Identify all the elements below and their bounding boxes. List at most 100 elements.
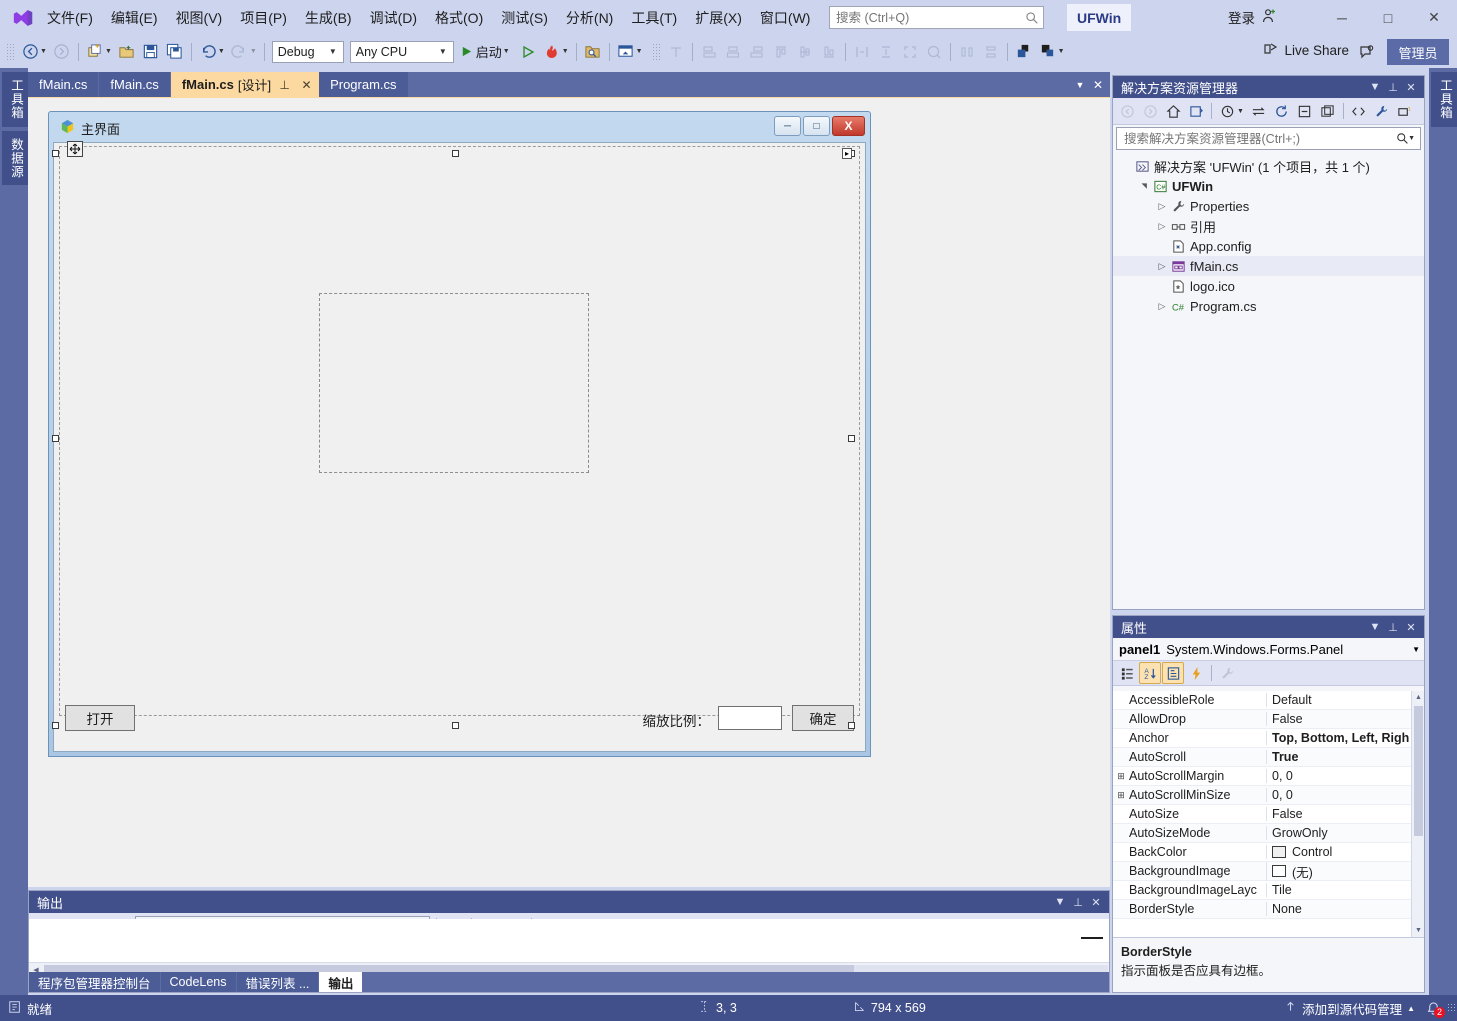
property-row[interactable]: AutoSizeMode GrowOnly (1113, 824, 1411, 843)
new-project-icon[interactable] (83, 40, 107, 64)
scroll-down-icon[interactable]: ▼ (1412, 924, 1424, 937)
close-icon[interactable]: ✕ (298, 76, 315, 93)
save-icon[interactable] (139, 40, 163, 64)
resize-handle-middle-right[interactable] (848, 435, 855, 442)
search-options-dropdown[interactable]: ▼ (1408, 135, 1418, 142)
navigate-back-dropdown[interactable]: ▼ (40, 48, 50, 55)
menu-item-6[interactable]: 格式(O) (426, 4, 492, 32)
categorized-icon[interactable] (1116, 662, 1138, 684)
panel1-control[interactable] (59, 146, 860, 716)
design-form-window[interactable]: 主界面 ─ □ X 打开 缩放比例： 确定 ▸ (48, 111, 871, 757)
property-value[interactable]: 0, 0 (1266, 769, 1411, 783)
tree-item[interactable]: ▷ C# Program.cs (1113, 296, 1424, 316)
save-all-icon[interactable] (163, 40, 187, 64)
menu-item-3[interactable]: 项目(P) (231, 4, 296, 32)
property-row[interactable]: ⊞ AutoScrollMinSize 0, 0 (1113, 786, 1411, 805)
menu-item-4[interactable]: 生成(B) (296, 4, 361, 32)
maximize-button[interactable]: □ (1365, 0, 1411, 35)
collapse-all-icon[interactable] (1294, 100, 1316, 122)
open-file-icon[interactable] (115, 40, 139, 64)
start-dropdown[interactable]: ▼ (503, 48, 513, 55)
tab-list-dropdown-icon[interactable]: ▼ (1072, 75, 1088, 95)
menu-item-10[interactable]: 扩展(X) (686, 4, 751, 32)
send-to-back-icon[interactable] (1036, 40, 1060, 64)
chevron-right-icon[interactable]: ▷ (1155, 301, 1169, 312)
toolbar-grip[interactable] (6, 42, 15, 61)
undo-dropdown[interactable]: ▼ (218, 48, 228, 55)
editor-tab-1[interactable]: fMain.cs (99, 72, 171, 97)
form-maximize-button[interactable]: □ (803, 116, 830, 136)
property-row[interactable]: BackgroundImageLayc Tile (1113, 881, 1411, 900)
close-icon[interactable]: ✕ (1402, 618, 1420, 636)
close-button[interactable]: ✕ (1411, 0, 1457, 35)
solution-configuration-combo[interactable]: Debug ▼ (271, 40, 344, 63)
pending-changes-icon[interactable] (1185, 100, 1207, 122)
form-client-area[interactable]: 打开 缩放比例： 确定 (53, 142, 866, 752)
pending-history-icon[interactable] (1216, 100, 1238, 122)
property-row[interactable]: BackColor Control (1113, 843, 1411, 862)
tree-item[interactable]: 解决方案 'UFWin' (1 个项目，共 1 个) (1113, 156, 1424, 176)
feedback-icon[interactable] (1355, 40, 1379, 64)
property-value[interactable]: None (1266, 902, 1411, 916)
resize-handle-middle-left[interactable] (52, 435, 59, 442)
menu-item-2[interactable]: 视图(V) (167, 4, 232, 32)
events-lightning-icon[interactable] (1185, 662, 1207, 684)
confirm-button[interactable]: 确定 (792, 705, 854, 731)
tree-item[interactable]: ▷ fMain.cs (1113, 256, 1424, 276)
form-minimize-button[interactable]: ─ (774, 116, 801, 136)
editor-tab-0[interactable]: fMain.cs (28, 72, 100, 97)
property-value[interactable]: Top, Bottom, Left, Righ (1266, 731, 1411, 745)
property-value[interactable]: 0, 0 (1266, 788, 1411, 802)
properties-object-selector[interactable]: panel1 System.Windows.Forms.Panel ▼ (1113, 638, 1424, 661)
history-dropdown-icon[interactable]: ▼ (1237, 108, 1247, 115)
undo-icon[interactable] (196, 40, 220, 64)
minimize-button[interactable]: ─ (1319, 0, 1365, 35)
property-row[interactable]: Anchor Top, Bottom, Left, Righ (1113, 729, 1411, 748)
tree-item[interactable]: ◢ C# UFWin (1113, 176, 1424, 196)
form-close-button[interactable]: X (832, 116, 865, 136)
output-text-area[interactable] (29, 919, 1109, 962)
scroll-up-icon[interactable]: ▲ (1412, 691, 1424, 704)
chevron-down-icon[interactable]: ◢ (1140, 179, 1148, 193)
property-value[interactable]: GrowOnly (1266, 826, 1411, 840)
chevron-right-icon[interactable]: ▷ (1155, 221, 1169, 232)
hot-reload-dropdown[interactable]: ▼ (562, 48, 572, 55)
resize-handle-bottom-left[interactable] (52, 722, 59, 729)
dock-tab-toolbox[interactable]: 工具箱 (1431, 72, 1457, 127)
window-menu-chevron-icon[interactable]: ▼ (1366, 618, 1384, 636)
resize-handle-bottom-center[interactable] (452, 722, 459, 729)
dock-tab-toolbox[interactable]: 工具箱 (2, 72, 31, 127)
sign-in-button[interactable]: 登录 (1228, 7, 1277, 27)
scrollbar-thumb[interactable] (1414, 706, 1423, 836)
property-row[interactable]: AutoSize False (1113, 805, 1411, 824)
picturebox-control[interactable] (319, 293, 589, 473)
editor-tab-2[interactable]: fMain.cs [设计] ⊥ ✕ (170, 72, 320, 97)
pin-icon[interactable]: ⊥ (1384, 618, 1402, 636)
property-value[interactable]: Default (1266, 693, 1411, 707)
expand-plus-icon[interactable]: ⊞ (1113, 771, 1129, 782)
expand-plus-icon[interactable]: ⊞ (1113, 790, 1129, 801)
tree-item[interactable]: ▷ Properties (1113, 196, 1424, 216)
start-debug-button[interactable]: 启动 ▼ (457, 40, 516, 64)
new-project-dropdown[interactable]: ▼ (105, 48, 115, 55)
layout-toolbar-grip[interactable] (651, 42, 661, 61)
toolbar-overflow-chevron[interactable]: ▼ (1058, 48, 1068, 55)
preview-selected-items-icon[interactable] (1394, 100, 1416, 122)
menu-item-1[interactable]: 编辑(E) (102, 4, 167, 32)
tree-item[interactable]: logo.ico (1113, 276, 1424, 296)
hot-reload-icon[interactable] (540, 40, 564, 64)
pin-icon[interactable]: ⊥ (1069, 893, 1087, 911)
start-without-debug-icon[interactable] (516, 40, 540, 64)
property-row[interactable]: BackgroundImage (无) (1113, 861, 1411, 881)
solution-explorer-dropdown[interactable]: ▼ (636, 48, 646, 55)
property-value[interactable]: False (1266, 807, 1411, 821)
form-designer-surface[interactable]: 主界面 ─ □ X 打开 缩放比例： 确定 ▸ (28, 97, 1110, 887)
move-control-glyph-icon[interactable] (67, 141, 83, 157)
editor-tab-3[interactable]: Program.cs (319, 72, 409, 97)
window-menu-chevron-icon[interactable]: ▼ (1051, 893, 1069, 911)
output-tab-0[interactable]: 程序包管理器控制台 (29, 972, 161, 992)
menu-item-5[interactable]: 调试(D) (361, 4, 426, 32)
solution-search-box[interactable]: ▼ (1116, 127, 1421, 150)
pin-icon[interactable]: ⊥ (276, 76, 293, 93)
property-value[interactable]: True (1266, 750, 1411, 764)
